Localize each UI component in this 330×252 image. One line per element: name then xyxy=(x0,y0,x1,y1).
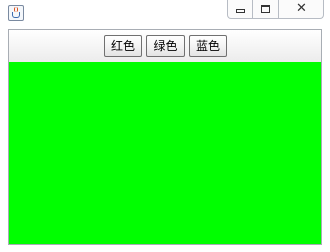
color-panel xyxy=(9,62,321,244)
minimize-button[interactable] xyxy=(227,0,253,19)
close-button[interactable]: ✕ xyxy=(279,0,324,19)
app-window: ✕ 红色 绿色 蓝色 xyxy=(0,0,330,252)
green-button[interactable]: 绿色 xyxy=(146,35,185,57)
maximize-button[interactable] xyxy=(253,0,279,19)
java-cup-icon[interactable] xyxy=(8,5,24,21)
title-bar[interactable]: ✕ xyxy=(0,0,330,26)
close-icon: ✕ xyxy=(296,1,307,16)
maximize-icon xyxy=(261,5,270,13)
button-toolbar: 红色 绿色 蓝色 xyxy=(9,30,321,62)
window-controls: ✕ xyxy=(227,0,324,20)
red-button[interactable]: 红色 xyxy=(104,35,142,57)
blue-button[interactable]: 蓝色 xyxy=(189,35,227,57)
minimize-icon xyxy=(236,9,245,13)
client-area: 红色 绿色 蓝色 xyxy=(8,29,322,245)
